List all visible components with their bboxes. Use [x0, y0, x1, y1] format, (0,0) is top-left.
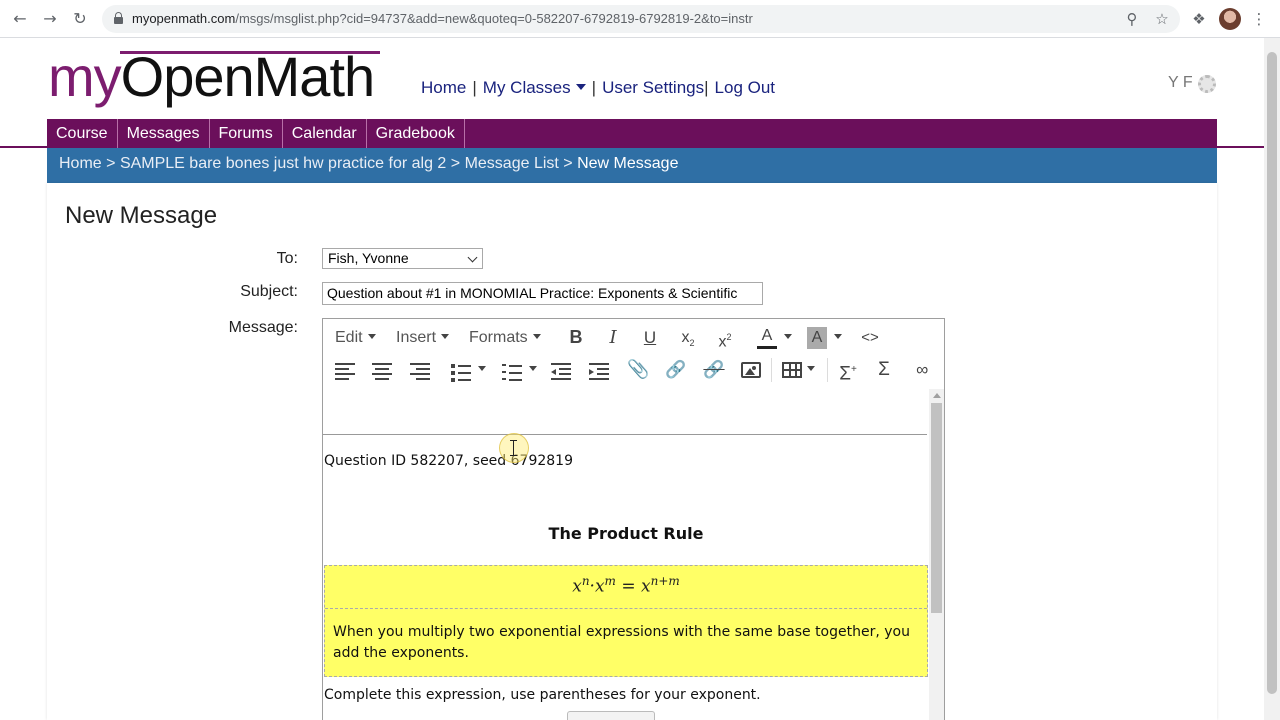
tab-gradebook[interactable]: Gradebook [367, 119, 465, 148]
message-editor: Edit Insert Formats B I U x2 x2 A A <> 📎… [322, 318, 945, 720]
editor-toolbar-row-1: Edit Insert Formats B I U x2 x2 A A <> [323, 321, 944, 354]
breadcrumb-message-list[interactable]: Message List [465, 155, 559, 172]
table-dropdown[interactable] [806, 353, 816, 386]
formats-menu[interactable]: Formats [469, 321, 541, 354]
graph-draw-icon[interactable]: ∞ [911, 353, 933, 386]
editor-content[interactable]: Question ID 582207, seed 6792819 The Pro… [323, 389, 929, 720]
background-color-dropdown[interactable] [833, 321, 843, 354]
preview-button[interactable] [567, 711, 655, 720]
breadcrumb: Home > SAMPLE bare bones just hw practic… [47, 148, 1217, 183]
unlink-icon[interactable]: 🔗 [703, 353, 725, 386]
tab-calendar[interactable]: Calendar [283, 119, 367, 148]
myopenmath-logo[interactable]: myOpenMath [48, 46, 375, 108]
image-icon[interactable] [741, 362, 761, 378]
editor-scrollbar[interactable] [929, 389, 944, 720]
subscript-icon[interactable]: x2 [678, 321, 698, 354]
subject-input[interactable]: Question about #1 in MONOMIAL Practice: … [322, 282, 763, 305]
link-icon[interactable]: 🔗 [665, 353, 687, 386]
text-color-icon[interactable]: A [757, 321, 777, 349]
table-icon[interactable] [782, 362, 802, 378]
profile-avatar[interactable] [1219, 8, 1241, 30]
page-title: New Message [65, 202, 218, 229]
caret-down-icon [575, 84, 586, 90]
nav-user-settings-link[interactable]: User Settings [602, 78, 704, 97]
insert-menu[interactable]: Insert [396, 321, 450, 354]
top-navigation: Home | My Classes | User Settings| Log Out [421, 78, 776, 97]
nav-my-classes-link[interactable]: My Classes [483, 78, 586, 97]
text-color-dropdown[interactable] [783, 321, 793, 354]
underline-icon[interactable]: U [641, 321, 659, 354]
tab-course[interactable]: Course [47, 119, 118, 148]
align-center-icon[interactable] [372, 361, 392, 380]
bold-icon[interactable]: B [567, 321, 585, 354]
nav-home-link[interactable]: Home [421, 78, 466, 97]
subject-label: Subject: [240, 283, 298, 300]
scroll-up-arrow-icon[interactable] [933, 393, 941, 398]
page-scrollbar[interactable] [1264, 38, 1280, 720]
outdent-icon[interactable] [551, 361, 571, 380]
cursor-highlight [499, 433, 529, 463]
user-initials: Y F [1168, 74, 1193, 91]
content-divider [323, 434, 927, 435]
kebab-menu-icon[interactable]: ⋮ [1249, 9, 1269, 29]
indent-icon[interactable] [589, 361, 609, 380]
superscript-icon[interactable]: x2 [715, 321, 735, 354]
italic-icon[interactable]: I [604, 321, 622, 354]
numbered-list-icon[interactable] [502, 361, 522, 381]
question-id-text: Question ID 582207, seed 6792819 [324, 453, 573, 469]
breadcrumb-home[interactable]: Home [59, 155, 102, 172]
section-heading: The Product Rule [548, 524, 704, 543]
to-select[interactable]: Fish, Yvonne [322, 248, 483, 269]
gear-icon[interactable] [1198, 75, 1216, 93]
extensions-puzzle-icon[interactable]: ❖ [1189, 9, 1209, 29]
editor-toolbar-row-2: 📎 🔗 🔗 Σ+ Σ ∞ [323, 353, 944, 386]
address-bar[interactable]: myopenmath.com/msgs/msglist.php?cid=9473… [102, 5, 1180, 33]
align-left-icon[interactable] [335, 361, 355, 380]
insert-math-sum-icon[interactable]: Σ+ [837, 353, 859, 386]
breadcrumb-current: New Message [577, 155, 679, 172]
main-nav: Course Messages Forums Calendar Gradeboo… [47, 119, 1217, 148]
forward-arrow-icon[interactable]: → [40, 9, 60, 29]
reload-icon[interactable]: ↻ [70, 9, 90, 29]
sigma-icon[interactable]: Σ [873, 353, 895, 386]
url-text: myopenmath.com/msgs/msglist.php?cid=9473… [132, 11, 753, 26]
paperclip-icon[interactable]: 📎 [627, 353, 649, 386]
message-label: Message: [228, 319, 298, 336]
edit-menu[interactable]: Edit [335, 321, 376, 354]
lock-icon [114, 12, 123, 24]
text-cursor-icon [510, 440, 517, 456]
browser-toolbar: ← → ↻ myopenmath.com/msgs/msglist.php?ci… [0, 0, 1280, 38]
bookmark-star-icon[interactable]: ☆ [1152, 9, 1172, 29]
product-rule-box: xn·xm = xn+m When you multiply two expon… [324, 565, 928, 677]
tab-messages[interactable]: Messages [118, 119, 210, 148]
nav-logout-link[interactable]: Log Out [715, 78, 776, 97]
align-right-icon[interactable] [410, 361, 430, 380]
zoom-icon[interactable]: ⚲ [1122, 9, 1142, 29]
breadcrumb-course[interactable]: SAMPLE bare bones just hw practice for a… [120, 155, 446, 172]
instruction-text: Complete this expression, use parenthese… [324, 687, 761, 703]
bullet-list-dropdown[interactable] [477, 353, 487, 386]
chevron-down-icon [467, 252, 478, 263]
to-label: To: [276, 250, 298, 267]
tab-forums[interactable]: Forums [210, 119, 283, 148]
bullet-list-icon[interactable] [451, 361, 471, 382]
source-code-icon[interactable]: <> [859, 321, 881, 354]
background-color-icon[interactable]: A [807, 327, 827, 349]
product-rule-explanation: When you multiply two exponential expres… [333, 624, 910, 661]
numbered-list-dropdown[interactable] [528, 353, 538, 386]
product-rule-formula: xn·xm = xn+m [572, 574, 680, 597]
back-arrow-icon[interactable]: ← [10, 9, 30, 29]
